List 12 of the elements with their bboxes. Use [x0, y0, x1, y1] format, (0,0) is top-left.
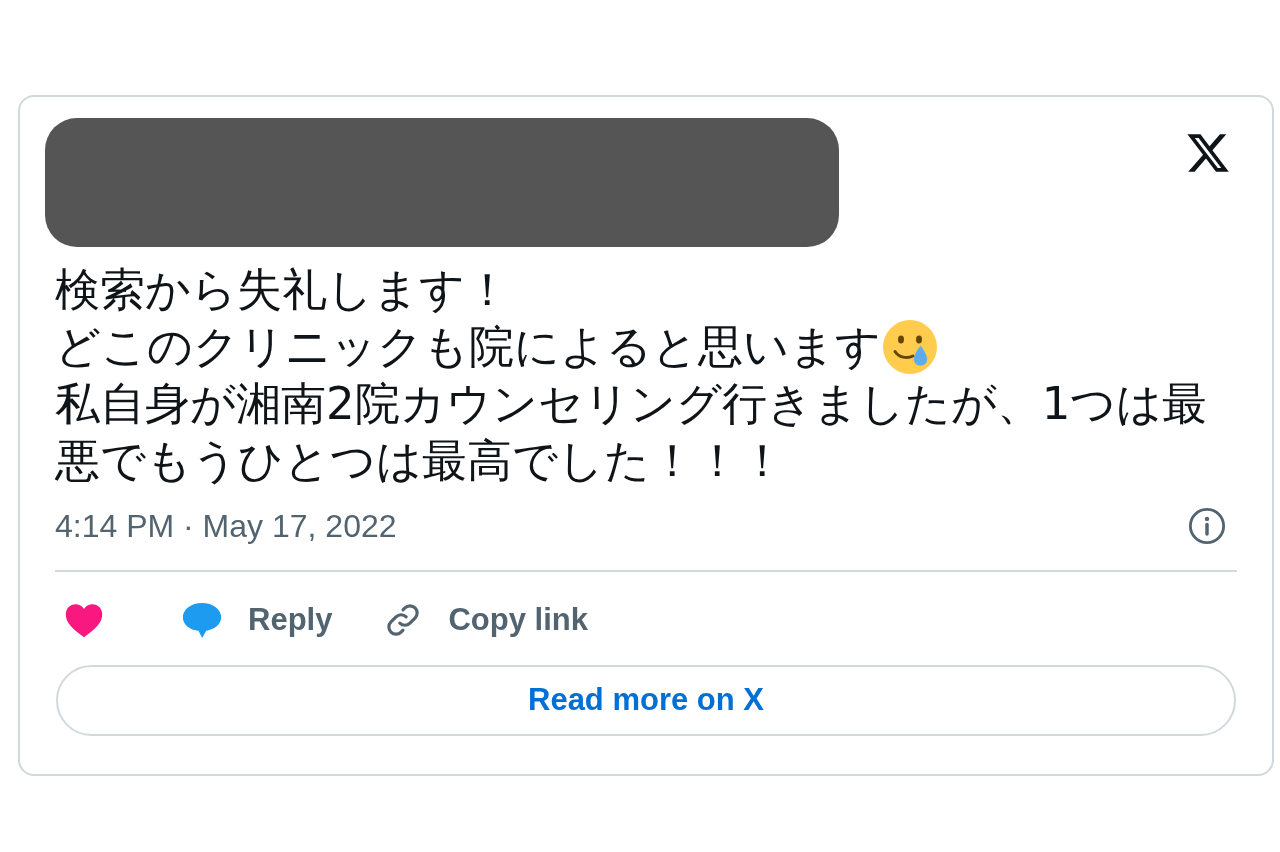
- tweet-text: 検索から失礼します！: [55, 262, 510, 318]
- timestamp[interactable]: 4:14 PM · May 17, 2022: [55, 506, 397, 546]
- tweet-text: 私自身が湘南2院カウンセリング行きましたが、1つは最: [55, 376, 1208, 432]
- read-more-button[interactable]: Read more on X: [56, 665, 1236, 736]
- speech-bubble-icon: [182, 601, 222, 639]
- tweet-text: どこのクリニックも院によると思います: [55, 319, 881, 375]
- like-button[interactable]: [65, 602, 103, 638]
- copy-link-button[interactable]: Copy link: [384, 596, 588, 644]
- heart-icon: [65, 602, 103, 638]
- reply-button[interactable]: Reply: [182, 596, 333, 644]
- tweet-text: 悪でもうひとつは最高でした！！！: [55, 433, 785, 489]
- info-icon[interactable]: [1188, 507, 1226, 545]
